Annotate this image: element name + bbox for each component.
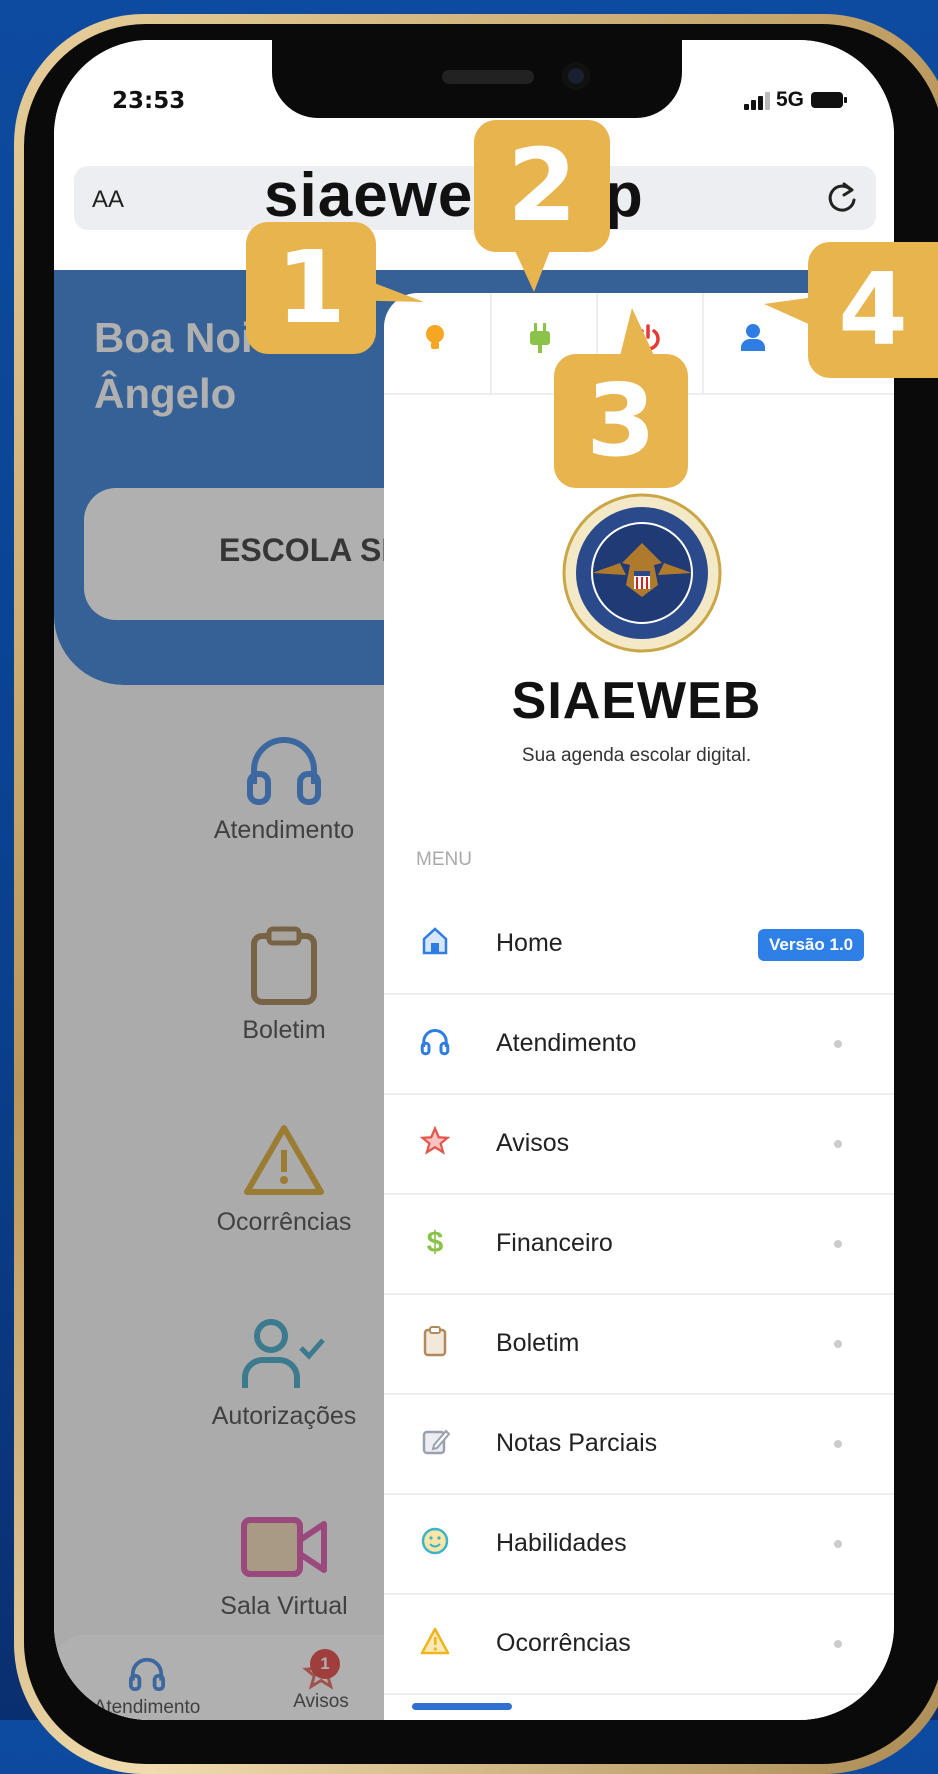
menu-item-label: Avisos bbox=[496, 1129, 570, 1157]
menu-item-indicator bbox=[834, 1440, 842, 1448]
headphones-icon bbox=[420, 1029, 450, 1056]
callout-2: 2 bbox=[474, 120, 610, 252]
plug-icon bbox=[530, 323, 550, 353]
home-icon bbox=[422, 927, 448, 955]
callout-3: 3 bbox=[554, 354, 688, 488]
menu-item-home[interactable]: Home Versão 1.0 bbox=[384, 893, 894, 995]
menu-item-notas-parciais[interactable]: Notas Parciais bbox=[384, 1393, 894, 1495]
version-badge: Versão 1.0 bbox=[758, 929, 865, 961]
smile-icon bbox=[421, 1527, 449, 1555]
star-icon bbox=[420, 1125, 450, 1155]
menu-item-indicator bbox=[834, 1040, 842, 1048]
menu-item-label: Atendimento bbox=[496, 1029, 637, 1057]
callout-1: 1 bbox=[246, 222, 376, 354]
network-label: 5G bbox=[776, 88, 805, 111]
menu-item-boletim[interactable]: Boletim bbox=[384, 1293, 894, 1395]
text-size-button[interactable]: AA bbox=[92, 186, 124, 214]
menu-item-atendimento[interactable]: Atendimento bbox=[384, 993, 894, 1095]
menu-item-avisos[interactable]: Avisos bbox=[384, 1093, 894, 1195]
lightbulb-icon bbox=[426, 325, 444, 349]
menu-item-label: Financeiro bbox=[496, 1229, 613, 1257]
menu-item-ocorrencias[interactable]: Ocorrências bbox=[384, 1593, 894, 1695]
menu-item-label: Ocorrências bbox=[496, 1629, 631, 1657]
status-bar: 23:53 5G bbox=[54, 40, 894, 130]
menu-item-habilidades[interactable]: Habilidades bbox=[384, 1493, 894, 1595]
menu-item-label: Boletim bbox=[496, 1329, 580, 1357]
signal-icon bbox=[744, 92, 774, 110]
edit-icon bbox=[422, 1429, 450, 1455]
menu-item-financeiro[interactable]: $ Financeiro bbox=[384, 1193, 894, 1295]
menu-item-indicator bbox=[834, 1640, 842, 1648]
svg-text:$: $ bbox=[427, 1226, 444, 1257]
speaker bbox=[442, 70, 534, 84]
menu-item-label: Home bbox=[496, 929, 563, 957]
front-camera bbox=[562, 62, 590, 90]
reload-icon[interactable] bbox=[822, 178, 862, 218]
clipboard-icon bbox=[423, 1326, 447, 1357]
battery-icon bbox=[811, 92, 847, 108]
dollar-icon: $ bbox=[427, 1226, 444, 1257]
brand-tagline: Sua agenda escolar digital. bbox=[521, 745, 752, 766]
callout-4: 4 bbox=[808, 242, 938, 378]
menu-item-indicator bbox=[834, 1540, 842, 1548]
status-time: 23:53 bbox=[112, 88, 186, 114]
menu-item-indicator bbox=[834, 1340, 842, 1348]
embassy-seal-logo bbox=[562, 493, 722, 653]
home-indicator bbox=[412, 1703, 512, 1710]
menu-item-indicator bbox=[834, 1240, 842, 1248]
warning-icon bbox=[420, 1627, 450, 1655]
side-drawer: SIAEWEB Sua agenda escolar digital. MENU… bbox=[384, 293, 894, 1720]
menu-item-label: Notas Parciais bbox=[496, 1429, 658, 1457]
notch bbox=[272, 40, 682, 118]
menu-item-label: Habilidades bbox=[496, 1529, 627, 1557]
brand-name: SIAEWEB bbox=[511, 672, 762, 730]
menu-heading: MENU bbox=[416, 849, 472, 870]
menu-item-indicator bbox=[834, 1140, 842, 1148]
